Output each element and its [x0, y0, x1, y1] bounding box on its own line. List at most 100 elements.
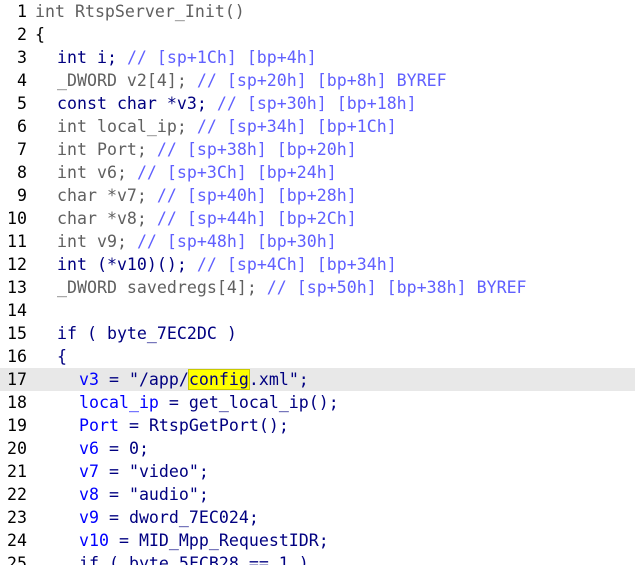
- line-number: 24: [7, 531, 27, 550]
- code-comment: // [sp+44h] [bp+2Ch]: [156, 209, 357, 228]
- code-line[interactable]: 10 char *v8; // [sp+44h] [bp+2Ch]: [0, 207, 635, 230]
- line-number: 14: [7, 301, 27, 320]
- code-token: int i;: [57, 48, 127, 67]
- line-code: int v9; // [sp+48h] [bp+30h]: [35, 230, 337, 253]
- code-token: int v6;: [57, 163, 137, 182]
- code-line[interactable]: 16 {: [0, 345, 635, 368]
- line-code: int (*v10)(); // [sp+4Ch] [bp+34h]: [35, 253, 397, 276]
- line-code: int RtspServer_Init(): [35, 0, 245, 23]
- code-line[interactable]: 12 int (*v10)(); // [sp+4Ch] [bp+34h]: [0, 253, 635, 276]
- code-line[interactable]: 22 v8 = "audio";: [0, 483, 635, 506]
- line-code: v7 = "video";: [35, 460, 209, 483]
- line-code: v6 = 0;: [35, 437, 149, 460]
- line-code: v8 = "audio";: [35, 483, 209, 506]
- code-token: v6: [79, 439, 99, 458]
- line-code: v3 = "/app/config.xml";: [35, 368, 309, 391]
- code-line[interactable]: 19 Port = RtspGetPort();: [0, 414, 635, 437]
- line-code: if ( byte_5FCB28 == 1 ): [35, 552, 309, 565]
- code-token: int RtspServer_Init(): [35, 2, 245, 21]
- line-number: 4: [17, 71, 27, 90]
- line-code: v10 = MID_Mpp_RequestIDR;: [35, 529, 329, 552]
- code-token: _DWORD v2[4];: [57, 71, 197, 90]
- code-line[interactable]: 5 const char *v3; // [sp+30h] [bp+18h]: [0, 92, 635, 115]
- line-code: {: [35, 23, 45, 46]
- code-token: .xml";: [248, 370, 309, 389]
- code-token: v8: [79, 485, 99, 504]
- code-line[interactable]: 3 int i; // [sp+1Ch] [bp+4h]: [0, 46, 635, 69]
- code-token: v9: [79, 508, 99, 527]
- code-token: v3: [79, 370, 99, 389]
- code-comment: // [sp+30h] [bp+18h]: [216, 94, 417, 113]
- code-comment: // [sp+48h] [bp+30h]: [136, 232, 337, 251]
- line-number: 22: [7, 485, 27, 504]
- search-highlight: config: [187, 369, 250, 390]
- code-token: char *v8;: [57, 209, 157, 228]
- code-comment: // [sp+20h] [bp+8h] BYREF: [196, 71, 447, 90]
- line-code: int i; // [sp+1Ch] [bp+4h]: [35, 46, 317, 69]
- code-token: int Port;: [57, 140, 157, 159]
- code-line[interactable]: 18 local_ip = get_local_ip();: [0, 391, 635, 414]
- code-comment: // [sp+34h] [bp+1Ch]: [196, 117, 397, 136]
- line-number: 23: [7, 508, 27, 527]
- code-token: const char *v3;: [57, 94, 217, 113]
- line-number: 10: [7, 209, 27, 228]
- line-number: 21: [7, 462, 27, 481]
- line-number: 19: [7, 416, 27, 435]
- line-code: _DWORD v2[4]; // [sp+20h] [bp+8h] BYREF: [35, 69, 447, 92]
- code-line[interactable]: 2{: [0, 23, 635, 46]
- line-number: 1: [17, 2, 27, 21]
- code-token: Port: [79, 416, 119, 435]
- line-number: 8: [17, 163, 27, 182]
- code-line[interactable]: 15 if ( byte_7EC2DC ): [0, 322, 635, 345]
- code-token: = get_local_ip();: [158, 393, 339, 412]
- code-token: if ( byte_5FCB28 == 1 ): [79, 554, 309, 565]
- code-line[interactable]: 20 v6 = 0;: [0, 437, 635, 460]
- line-code: local_ip = get_local_ip();: [35, 391, 339, 414]
- line-number: 18: [7, 393, 27, 412]
- line-number: 20: [7, 439, 27, 458]
- code-line[interactable]: 23 v9 = dword_7EC024;: [0, 506, 635, 529]
- line-number: 2: [17, 25, 27, 44]
- line-number: 3: [17, 48, 27, 67]
- pseudocode-editor[interactable]: 1 int RtspServer_Init() 2{3 int i; // [sp+1…: [0, 0, 635, 565]
- line-number: 15: [7, 324, 27, 343]
- code-token: if ( byte_7EC2DC ): [57, 324, 237, 343]
- code-token: = "video";: [98, 462, 209, 481]
- code-line[interactable]: 8 int v6; // [sp+3Ch] [bp+24h]: [0, 161, 635, 184]
- code-token: int (*v10)();: [57, 255, 197, 274]
- code-comment: // [sp+50h] [bp+38h] BYREF: [266, 278, 527, 297]
- code-line[interactable]: 4 _DWORD v2[4]; // [sp+20h] [bp+8h] BYREF: [0, 69, 635, 92]
- code-line[interactable]: 6 int local_ip; // [sp+34h] [bp+1Ch]: [0, 115, 635, 138]
- code-line[interactable]: 7 int Port; // [sp+38h] [bp+20h]: [0, 138, 635, 161]
- code-token: char *v7;: [57, 186, 157, 205]
- line-number: 12: [7, 255, 27, 274]
- code-line[interactable]: 24 v10 = MID_Mpp_RequestIDR;: [0, 529, 635, 552]
- line-number: 7: [17, 140, 27, 159]
- code-token: local_ip: [79, 393, 159, 412]
- code-token: = "audio";: [98, 485, 209, 504]
- code-token: v7: [79, 462, 99, 481]
- code-line[interactable]: 14: [0, 299, 635, 322]
- code-token: = MID_Mpp_RequestIDR;: [108, 531, 329, 550]
- line-number: 11: [7, 232, 27, 251]
- line-code: {: [35, 345, 67, 368]
- code-token: int v9;: [57, 232, 137, 251]
- code-line[interactable]: 11 int v9; // [sp+48h] [bp+30h]: [0, 230, 635, 253]
- code-comment: // [sp+40h] [bp+28h]: [156, 186, 357, 205]
- code-line[interactable]: 9 char *v7; // [sp+40h] [bp+28h]: [0, 184, 635, 207]
- code-line[interactable]: 21 v7 = "video";: [0, 460, 635, 483]
- code-comment: // [sp+1Ch] [bp+4h]: [126, 48, 317, 67]
- line-number: 9: [17, 186, 27, 205]
- code-token: = 0;: [98, 439, 149, 458]
- code-line[interactable]: 13 _DWORD savedregs[4]; // [sp+50h] [bp+3…: [0, 276, 635, 299]
- code-line[interactable]: 25 if ( byte_5FCB28 == 1 ): [0, 552, 635, 565]
- line-code: if ( byte_7EC2DC ): [35, 322, 237, 345]
- code-comment: // [sp+38h] [bp+20h]: [156, 140, 357, 159]
- line-number: 13: [7, 278, 27, 297]
- code-line[interactable]: 17 v3 = "/app/config.xml";: [0, 368, 635, 391]
- line-code: int Port; // [sp+38h] [bp+20h]: [35, 138, 357, 161]
- line-number: 25: [7, 554, 27, 565]
- code-token: = "/app/: [98, 370, 189, 389]
- code-line[interactable]: 1 int RtspServer_Init(): [0, 0, 635, 23]
- line-code: Port = RtspGetPort();: [35, 414, 289, 437]
